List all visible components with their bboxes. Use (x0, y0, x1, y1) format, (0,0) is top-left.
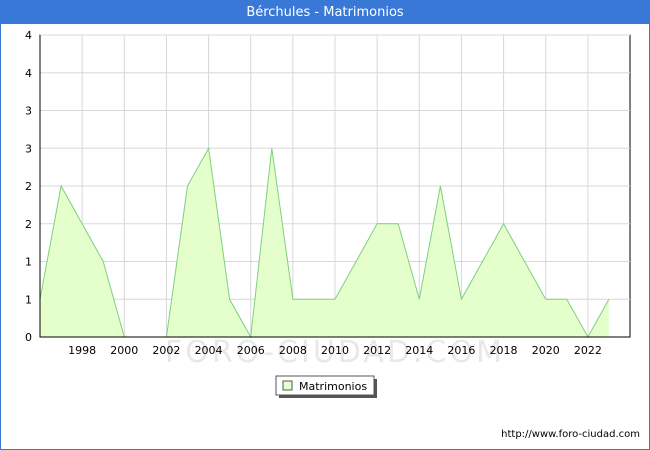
x-tick-label: 2022 (574, 344, 602, 357)
chart-legend: Matrimonios (275, 375, 377, 398)
x-tick-label: 2012 (363, 344, 391, 357)
y-tick-label: 3 (25, 142, 32, 155)
x-tick-label: 2018 (490, 344, 518, 357)
y-tick-label: 0 (25, 331, 32, 344)
series-area (40, 148, 609, 337)
y-tick-label: 1 (25, 256, 32, 269)
x-tick-label: 2016 (447, 344, 475, 357)
x-tick-label: 2004 (195, 344, 223, 357)
legend-label: Matrimonios (299, 380, 367, 393)
chart-plot-area (39, 146, 610, 339)
x-tick-label: 2000 (110, 344, 138, 357)
credit-link[interactable]: http://www.foro-ciudad.com (501, 429, 640, 440)
x-tick-label: 2008 (279, 344, 307, 357)
x-tick-label: 2006 (237, 344, 265, 357)
x-tick-label: 2002 (152, 344, 180, 357)
chart-svg: FORO-CIUDAD.COM 0112233441998 2000 2002 200… (25, 29, 640, 440)
x-tick-label: 2014 (405, 344, 433, 357)
y-tick-label: 4 (25, 67, 32, 80)
x-tick-label: 2010 (321, 344, 349, 357)
legend-swatch (282, 380, 293, 391)
y-tick-label: 3 (25, 105, 32, 118)
x-tick-label: 1998 (68, 344, 96, 357)
y-tick-label: 2 (25, 180, 32, 193)
y-tick-label: 4 (25, 29, 32, 42)
y-tick-label: 2 (25, 218, 32, 231)
y-tick-label: 1 (25, 293, 32, 306)
x-tick-label: 2020 (532, 344, 560, 357)
